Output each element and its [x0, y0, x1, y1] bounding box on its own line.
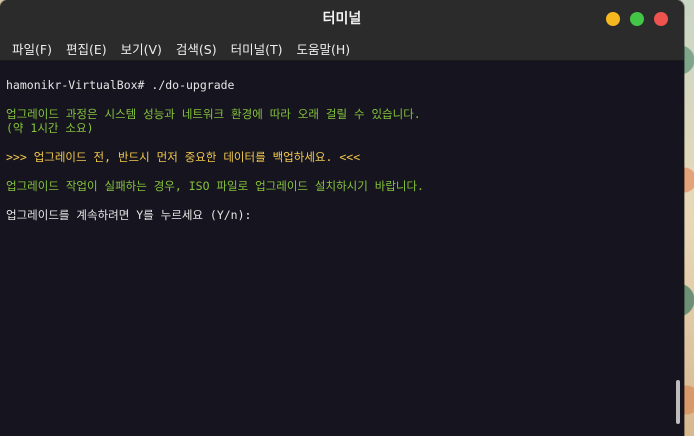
- notice-line-2: (약 1시간 소요): [6, 121, 94, 135]
- menu-bar: 파일(F) 편집(E) 보기(V) 검색(S) 터미널(T) 도움말(H): [0, 36, 684, 61]
- window-controls: [606, 12, 668, 26]
- close-button[interactable]: [654, 12, 668, 26]
- scrollbar[interactable]: [676, 380, 680, 424]
- terminal-output[interactable]: hamonikr-VirtualBox# ./do-upgrade 업그레이드 과…: [0, 61, 684, 436]
- failure-line: 업그레이드 작업이 실패하는 경우, ISO 파일로 업그레이드 설치하시기 바…: [6, 179, 424, 193]
- menu-help[interactable]: 도움말(H): [291, 39, 357, 58]
- maximize-button[interactable]: [630, 12, 644, 26]
- menu-terminal[interactable]: 터미널(T): [225, 39, 289, 58]
- menu-search[interactable]: 검색(S): [170, 39, 223, 58]
- menu-file[interactable]: 파일(F): [6, 39, 58, 58]
- minimize-button[interactable]: [606, 12, 620, 26]
- menu-view[interactable]: 보기(V): [115, 39, 168, 58]
- confirm-prompt-line: 업그레이드를 계속하려면 Y를 누르세요 (Y/n):: [6, 208, 252, 222]
- notice-line-1: 업그레이드 과정은 시스템 성능과 네트워크 환경에 따라 오래 걸릴 수 있습…: [6, 106, 421, 121]
- prompt-line: hamonikr-VirtualBox# ./do-upgrade: [6, 77, 235, 92]
- terminal-window: 터미널 파일(F) 편집(E) 보기(V) 검색(S) 터미널(T) 도움말(H…: [0, 0, 684, 436]
- warning-line: >>> 업그레이드 전, 반드시 먼저 중요한 데이터를 백업하세요. <<<: [6, 150, 361, 164]
- window-title: 터미널: [322, 11, 362, 27]
- title-bar[interactable]: 터미널: [0, 0, 684, 36]
- menu-edit[interactable]: 편집(E): [60, 39, 113, 58]
